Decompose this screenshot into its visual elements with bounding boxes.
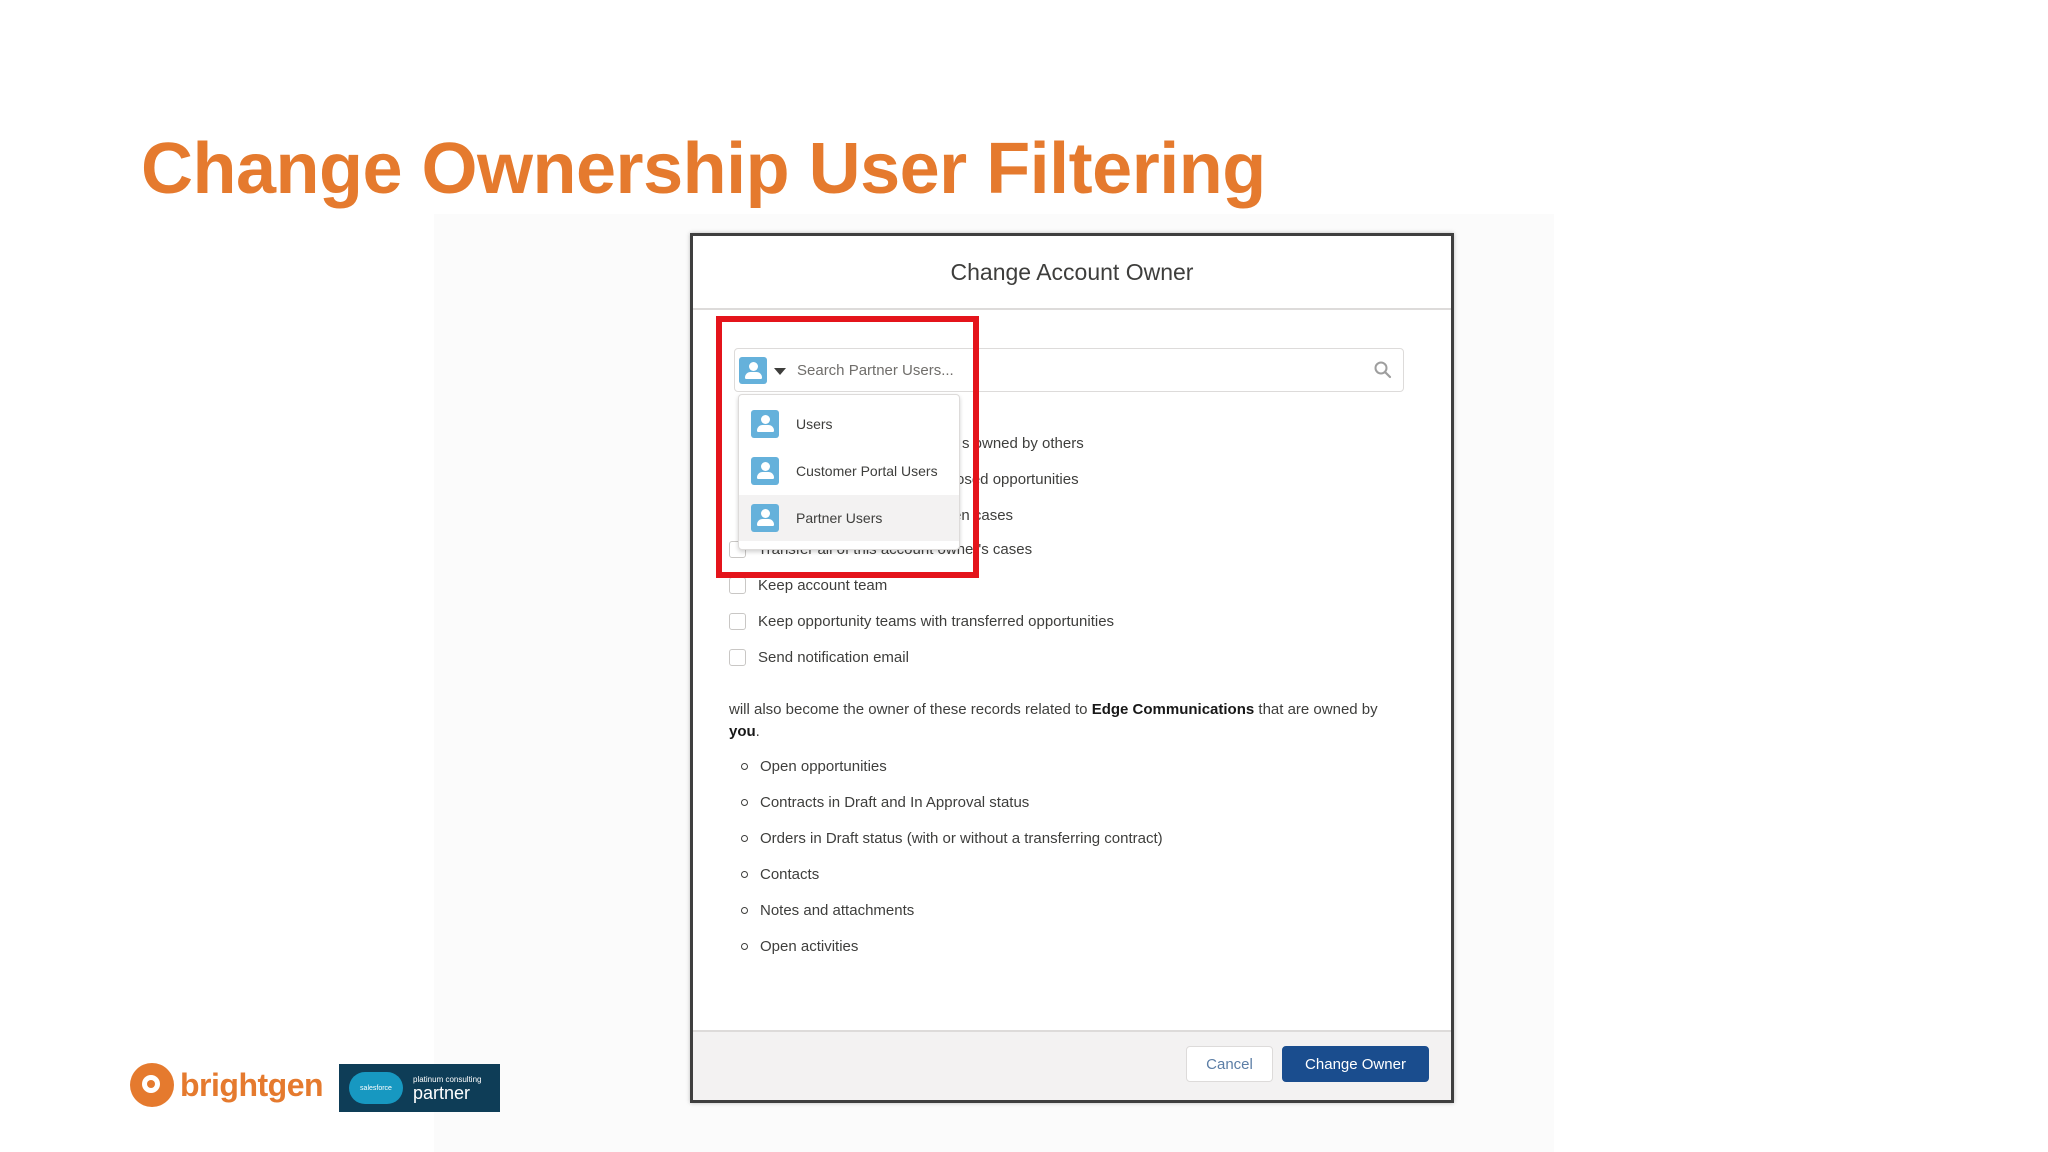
option-label: Keep account team [758,576,888,594]
list-item-label: Contracts in Draft and In Approval statu… [760,793,1030,811]
modal-header: Change Account Owner [693,236,1451,310]
modal-footer: Cancel Change Owner [693,1030,1451,1100]
list-item: Contacts [729,862,819,886]
option-label: Send notification email [758,648,909,666]
list-item-label: Open activities [760,937,859,955]
list-item-label: Notes and attachments [760,901,915,919]
checkbox[interactable] [729,648,746,666]
list-item-label: Orders in Draft status (with or without … [760,829,1163,847]
checkbox[interactable] [729,612,746,630]
salesforce-text: salesforce [360,1084,392,1092]
list-item: Contracts in Draft and In Approval statu… [729,790,1029,814]
partner-label: partner [413,1082,471,1103]
info-text: that are owned by [1254,701,1378,718]
list-item-label: Open opportunities [760,757,887,775]
brightgen-mark-icon [130,1063,174,1107]
brightgen-logo: brightgen [130,1063,324,1107]
list-item: Orders in Draft status (with or without … [729,826,1163,850]
list-item: Open activities [729,934,858,958]
option-send-notification-email[interactable]: Send notification email [729,644,909,670]
ownership-info-text: will also become the owner of these reco… [729,699,1409,743]
info-text: will also become the owner of these reco… [729,701,1092,718]
search-icon[interactable] [1373,360,1393,380]
salesforce-cloud-icon: salesforce [349,1072,403,1104]
salesforce-partner-badge: salesforce platinum consulting partner [339,1064,500,1112]
modal-title: Change Account Owner [950,258,1194,285]
slide-title: Change Ownership User Filtering [141,129,1266,209]
partner-text: platinum consulting partner [413,1075,481,1102]
highlight-box [716,316,979,578]
option-keep-opportunity-teams[interactable]: Keep opportunity teams with transferred … [729,608,1114,634]
owner-name: you [729,723,756,740]
list-item-label: Contacts [760,865,820,883]
brand-name: brightgen [180,1066,324,1103]
cancel-button[interactable]: Cancel [1186,1046,1273,1082]
list-item: Notes and attachments [729,898,914,922]
list-item: Open opportunities [729,754,887,778]
checkbox[interactable] [729,576,746,594]
change-owner-button[interactable]: Change Owner [1282,1046,1429,1082]
account-name: Edge Communications [1091,701,1255,718]
option-label: Keep opportunity teams with transferred … [758,612,1115,630]
info-text: . [755,723,760,740]
option-partial-label: s owned by others [962,435,1084,452]
